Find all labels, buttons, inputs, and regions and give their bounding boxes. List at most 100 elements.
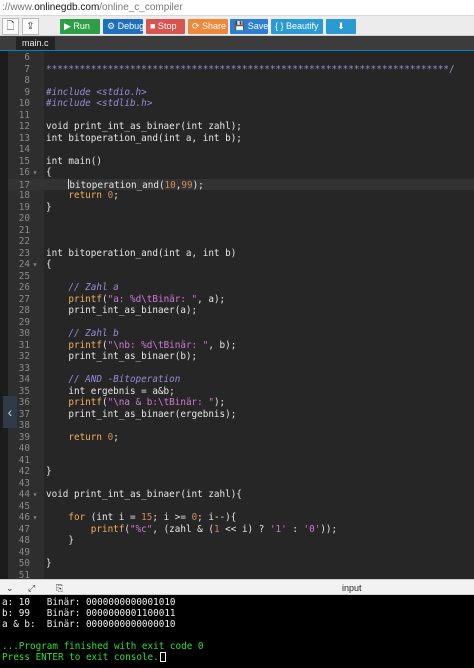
code-line[interactable]: 17 bitoperation_and(10,99); — [8, 178, 474, 191]
input-label[interactable]: input — [342, 581, 362, 595]
code-token: , (zahl & ( — [152, 523, 214, 535]
code-line[interactable]: 38 — [8, 420, 474, 432]
resize-icon[interactable]: ⤢ — [28, 581, 35, 595]
code-line[interactable]: 22 — [8, 236, 474, 248]
code-line[interactable]: 27 printf("a: %d\tBinär: ", a); — [8, 294, 474, 306]
code-line[interactable]: 21 — [8, 225, 474, 237]
code-line[interactable]: 23 int bitoperation_and(int a, int b) — [8, 248, 474, 260]
code-line[interactable]: 11 — [8, 110, 474, 122]
code-line[interactable]: 44 ▾ void print_int_as_binaer(int zahl){ — [8, 489, 474, 501]
code-line[interactable]: 6 — [8, 52, 474, 64]
line-number: 41 — [18, 454, 30, 466]
code-text: #include <stdlib.h> — [40, 98, 152, 110]
line-number: 25 — [18, 270, 30, 282]
code-text: return 0; — [40, 432, 118, 444]
code-line[interactable]: 20 — [8, 213, 474, 225]
code-line[interactable]: 14 — [8, 144, 474, 156]
code-line[interactable]: 10 #include <stdlib.h> — [8, 98, 474, 110]
copy-icon[interactable]: ⎘ — [56, 581, 63, 595]
code-line[interactable]: 51 — [8, 570, 474, 580]
code-line[interactable]: 26 // Zahl a — [8, 282, 474, 294]
expand-icon[interactable]: ⌄ — [6, 581, 14, 595]
code-token: printf — [68, 293, 102, 305]
code-line[interactable]: 31 printf("\nb: %d\tBinär: ", b); — [8, 340, 474, 352]
code-line[interactable]: 32 print_int_as_binaer(b); — [8, 351, 474, 363]
code-line[interactable]: 37 print_int_as_binaer(ergebnis); — [8, 409, 474, 421]
code-editor[interactable]: 6 7 **************************************… — [0, 51, 474, 579]
code-line[interactable]: 36 printf("\na & b:\tBinär: "); — [8, 397, 474, 409]
console-line: ...Program finished with exit code 0 — [2, 641, 204, 652]
code-line[interactable]: 33 — [8, 363, 474, 375]
line-number: 12 — [18, 121, 30, 132]
code-line[interactable]: 40 — [8, 443, 474, 455]
file-icon[interactable]: 🗋 — [2, 18, 19, 35]
beautify-button[interactable]: { } Beautify — [271, 19, 323, 34]
fold-arrow-icon[interactable]: ▾ — [30, 167, 40, 179]
address-bar[interactable]: ://www.onlinegdb.com/online_c_compiler — [0, 0, 474, 16]
line-number: 43 — [18, 477, 30, 489]
code-line[interactable]: 16 ▾ { — [8, 167, 474, 179]
fold-arrow-icon[interactable]: ▾ — [30, 512, 40, 524]
code-line[interactable]: 24 ▾ { — [8, 259, 474, 271]
code-line[interactable]: 47 printf("%c", (zahl & (1 << i) ? '1' :… — [8, 524, 474, 536]
console-output[interactable]: a: 10 Binär: 0000000000001010 b: 99 Binär… — [0, 595, 474, 668]
line-number: 16 — [18, 167, 30, 178]
url-path: /online_c_compiler — [99, 2, 183, 13]
code-line[interactable]: 9 #include <stdio.h> — [8, 87, 474, 99]
code-line[interactable]: 50} — [8, 558, 474, 570]
code-line[interactable]: 41 — [8, 455, 474, 467]
console-text: Press ENTER to exit console. — [2, 652, 159, 663]
code-line[interactable]: 18 return 0; — [8, 190, 474, 202]
share-button[interactable]: ⟳ Share — [188, 19, 228, 34]
code-token: void print_int_as_binaer(int zahl); — [46, 121, 242, 132]
code-line[interactable]: 13 int bitoperation_and(int a, int b); — [8, 133, 474, 145]
code-line[interactable]: 29 — [8, 317, 474, 329]
fold-arrow-icon[interactable]: ▾ — [30, 259, 40, 271]
code-text: for (int i = 15; i >= 0; i--){ — [40, 512, 236, 524]
code-token: 10 — [164, 179, 176, 191]
chevron-left-icon[interactable]: ‹ — [3, 396, 17, 428]
code-line[interactable]: 35 int ergebnis = a&b; — [8, 386, 474, 398]
code-line[interactable]: 25 — [8, 271, 474, 283]
code-line[interactable]: 49 — [8, 547, 474, 559]
fold-arrow-icon[interactable]: ▾ — [30, 489, 40, 501]
line-number: 26 — [18, 282, 30, 293]
code-line[interactable]: 43 — [8, 478, 474, 490]
stop-button[interactable]: ■ Stop — [146, 19, 185, 34]
code-line[interactable]: 42} — [8, 466, 474, 478]
code-token: '0' — [303, 523, 321, 535]
line-number: 45 — [18, 500, 30, 512]
code-line[interactable]: 45 — [8, 501, 474, 513]
url-host: onlinegdb.com — [34, 2, 100, 13]
download-button[interactable]: ⬇ — [326, 19, 356, 34]
code-line[interactable]: 39 return 0; — [8, 432, 474, 444]
code-line[interactable]: 7 ***************************************… — [8, 64, 474, 76]
code-token: 99 — [181, 179, 193, 191]
code-line[interactable]: 34 // AND -Bitoperation — [8, 374, 474, 386]
line-number: 44 — [18, 489, 30, 500]
debug-button[interactable]: ⚙ Debug — [103, 19, 144, 34]
code-text: int bitoperation_and(int a, int b); — [40, 133, 242, 145]
code-line[interactable]: 8 — [8, 75, 474, 87]
code-line[interactable]: 48 } — [8, 535, 474, 547]
code-token: "\nb: %d\tBinär: " — [107, 339, 209, 351]
upload-icon[interactable]: ⇪ — [22, 18, 39, 35]
line-number: 32 — [18, 351, 30, 362]
tab-main-c[interactable]: main.c — [16, 37, 55, 50]
code-line[interactable]: 15 int main() — [8, 156, 474, 168]
code-line[interactable]: 19} — [8, 202, 474, 214]
code-line[interactable]: 12 void print_int_as_binaer(int zahl); — [8, 121, 474, 133]
code-line[interactable]: 46 ▾ for (int i = 15; i >= 0; i--){ — [8, 512, 474, 524]
run-button[interactable]: ▶ Run — [60, 19, 100, 34]
code-line[interactable]: 28 print_int_as_binaer(a); — [8, 305, 474, 317]
save-button[interactable]: 💾 Save — [230, 19, 268, 34]
code-text: printf("a: %d\tBinär: ", a); — [40, 294, 225, 306]
code-line[interactable]: 30 // Zahl b — [8, 328, 474, 340]
